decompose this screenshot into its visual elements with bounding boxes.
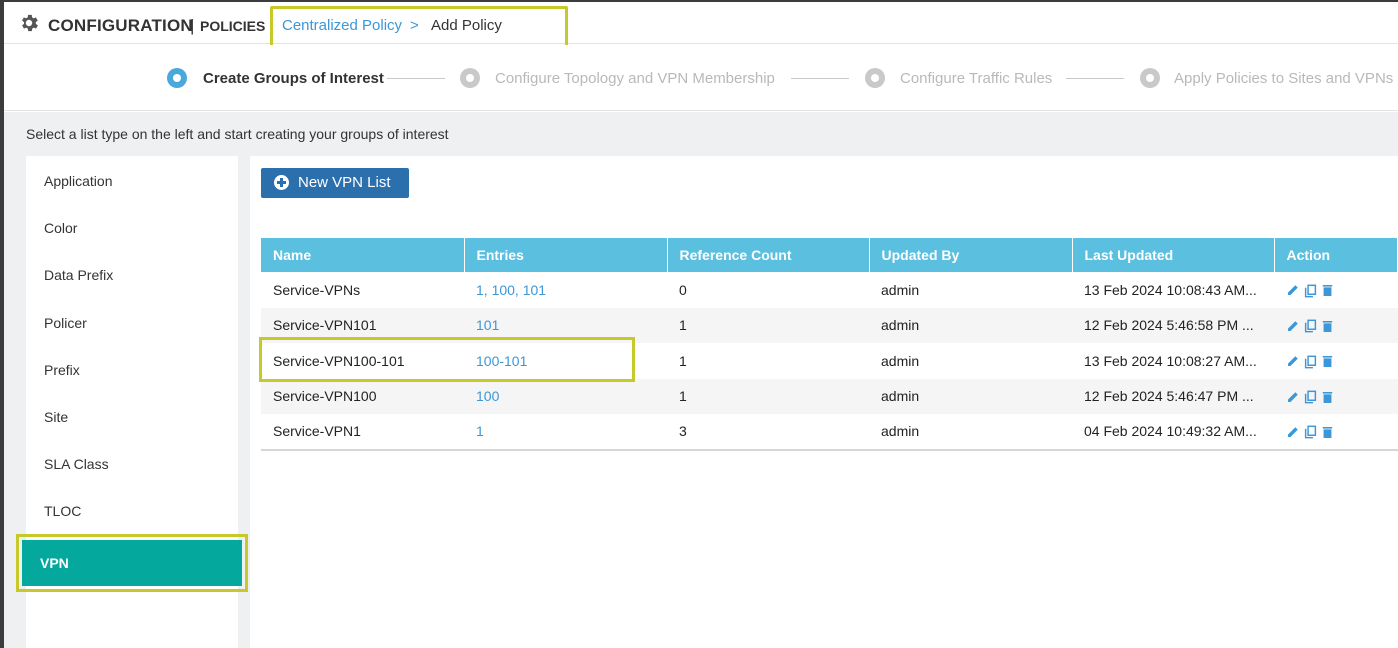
pencil-icon[interactable] [1286, 426, 1299, 439]
sidebar-item-prefix[interactable]: Prefix [44, 362, 80, 378]
breadcrumb-current: Add Policy [431, 17, 502, 34]
row-last-updated: 13 Feb 2024 10:08:27 AM... [1084, 352, 1257, 369]
breadcrumb-centralized-policy-link[interactable]: Centralized Policy [282, 17, 402, 34]
pencil-icon[interactable] [1286, 391, 1299, 404]
row-reference-count: 1 [667, 307, 869, 343]
new-vpn-list-button[interactable]: New VPN List [261, 168, 409, 198]
sidebar-item-site[interactable]: Site [44, 409, 68, 425]
trash-icon[interactable] [1322, 284, 1333, 297]
plus-circle-icon [274, 175, 289, 190]
pencil-icon[interactable] [1286, 284, 1299, 297]
row-updated-by: admin [881, 352, 920, 369]
wizard-stepper: Create Groups of Interest Configure Topo… [4, 45, 1398, 111]
row-reference-count: 0 [679, 281, 687, 298]
table-row[interactable]: Service-VPN100 100 1 admin 12 Feb 2024 5:46:… [261, 378, 1398, 414]
row-reference-count: 1 [679, 352, 687, 369]
vpn-list-panel: New VPN List Name Entries Reference Coun… [250, 156, 1398, 648]
pencil-icon[interactable] [1286, 320, 1299, 333]
row-updated-by: admin [869, 378, 1072, 414]
trash-icon[interactable] [1322, 320, 1333, 333]
step-3-indicator-icon [865, 68, 885, 88]
page-title: CONFIGURATION [48, 16, 193, 35]
table-header-row: Name Entries Reference Count Updated By … [261, 238, 1398, 272]
column-header-name[interactable]: Name [261, 238, 465, 272]
table-row[interactable]: Service-VPNs 1, 100, 101 0 admin 13 Feb 2024… [261, 272, 1398, 308]
copy-icon[interactable] [1304, 284, 1317, 298]
copy-icon[interactable] [1304, 319, 1317, 333]
row-name: Service-VPNs [273, 281, 361, 298]
row-name: Service-VPN100 [261, 378, 464, 414]
column-header-action: Action [1274, 238, 1398, 272]
step-4-indicator-icon [1140, 68, 1160, 88]
title-separator: | [190, 16, 195, 35]
row-entries-link[interactable]: 101 [476, 317, 499, 333]
row-highlight [259, 337, 635, 382]
breadcrumb-separator: > [410, 17, 419, 34]
sidebar-item-policer[interactable]: Policer [44, 315, 87, 331]
row-updated-by: admin [881, 281, 920, 298]
row-last-updated: 13 Feb 2024 10:08:43 AM... [1084, 281, 1257, 298]
sidebar-item-vpn-highlight: VPN [16, 534, 248, 592]
row-name: Service-VPN1 [261, 414, 464, 451]
row-actions [1274, 307, 1398, 343]
pencil-icon[interactable] [1286, 355, 1299, 368]
step-connector [387, 78, 445, 79]
row-actions [1274, 272, 1398, 308]
row-updated-by: admin [869, 414, 1072, 451]
row-entries-link[interactable]: 1 [476, 423, 484, 439]
row-entries-link[interactable]: 1, 100, 101 [476, 282, 546, 298]
row-reference-count: 1 [667, 378, 869, 414]
gear-icon [22, 14, 38, 32]
sidebar-item-vpn[interactable]: VPN [22, 540, 242, 586]
row-reference-count: 3 [667, 414, 869, 451]
step-connector [1066, 78, 1124, 79]
sidebar-item-sla-class[interactable]: SLA Class [44, 456, 109, 472]
step-2-indicator-icon [460, 68, 480, 88]
column-header-updated-by[interactable]: Updated By [869, 238, 1073, 272]
row-updated-by: admin [869, 307, 1072, 343]
trash-icon[interactable] [1322, 391, 1333, 404]
column-header-last-updated[interactable]: Last Updated [1072, 238, 1275, 272]
table-row[interactable]: Service-VPN1 1 3 admin 04 Feb 2024 10:49:32 … [261, 414, 1398, 451]
copy-icon[interactable] [1304, 355, 1317, 369]
trash-icon[interactable] [1322, 426, 1333, 439]
sidebar-item-color[interactable]: Color [44, 220, 77, 236]
sidebar-item-tloc[interactable]: TLOC [44, 503, 81, 519]
row-actions [1274, 343, 1398, 379]
row-last-updated: 12 Feb 2024 5:46:58 PM ... [1072, 307, 1274, 343]
column-header-reference-count[interactable]: Reference Count [667, 238, 870, 272]
sidebar-item-vpn-label: VPN [40, 555, 69, 571]
sidebar-item-data-prefix[interactable]: Data Prefix [44, 267, 113, 283]
step-4-label[interactable]: Apply Policies to Sites and VPNs [1174, 70, 1393, 87]
copy-icon[interactable] [1304, 425, 1317, 439]
step-2-label[interactable]: Configure Topology and VPN Membership [495, 70, 775, 87]
step-connector [791, 78, 849, 79]
step-1-indicator-icon [167, 68, 187, 88]
column-header-entries[interactable]: Entries [464, 238, 668, 272]
row-last-updated: 12 Feb 2024 5:46:47 PM ... [1072, 378, 1274, 414]
step-1-label[interactable]: Create Groups of Interest [203, 70, 384, 87]
content-area: Select a list type on the left and start… [4, 112, 1398, 648]
top-bar: CONFIGURATION | POLICIES [4, 0, 1398, 44]
new-vpn-list-label: New VPN List [298, 174, 391, 191]
row-entries-link[interactable]: 100 [476, 388, 499, 404]
row-last-updated: 04 Feb 2024 10:49:32 AM... [1072, 414, 1274, 451]
trash-icon[interactable] [1322, 355, 1333, 368]
instructions-text: Select a list type on the left and start… [26, 126, 449, 142]
page-subtitle: POLICIES [200, 18, 266, 34]
row-actions [1274, 414, 1398, 451]
step-3-label[interactable]: Configure Traffic Rules [900, 70, 1052, 87]
sidebar-item-application[interactable]: Application [44, 173, 113, 189]
row-actions [1274, 378, 1398, 414]
list-type-sidebar: Application Color Data Prefix Policer Pr… [16, 156, 248, 648]
copy-icon[interactable] [1304, 390, 1317, 404]
